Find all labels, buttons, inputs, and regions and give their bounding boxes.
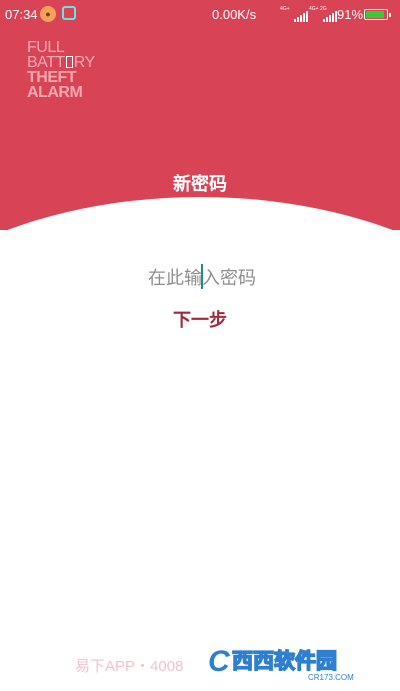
logo-line-theft: THEFT xyxy=(27,69,77,86)
logo-line-alarm: ALARM xyxy=(27,84,83,101)
app-notification-icon: ● xyxy=(40,6,56,22)
header-banner: 07:34 ● 0.00K/s 4G+ 4G+ 2G 91% FULL BATT… xyxy=(0,0,400,230)
battery-logo-icon xyxy=(65,56,73,68)
next-step-button[interactable]: 下一步 xyxy=(150,304,250,334)
status-time: 07:34 xyxy=(5,7,38,22)
signal-icon: 4G+ 2G xyxy=(309,6,337,24)
signal-tag: 4G+ xyxy=(280,6,290,12)
signal-icon: 4G+ xyxy=(280,6,308,24)
scan-notification-icon xyxy=(62,6,76,20)
network-speed: 0.00K/s xyxy=(212,7,257,22)
logo-line-battery: BATT RY xyxy=(27,54,95,71)
corner-watermark-logo: C 西西软件园 CR173.COM xyxy=(208,645,354,682)
watermark-c-glyph: C xyxy=(208,645,231,678)
corner-watermark-text: 西西软件园 xyxy=(232,649,337,673)
app-logo: FULL BATT RY THEFT ALARM xyxy=(27,39,95,101)
text-caret xyxy=(201,264,203,289)
logo-battery-part2: RY xyxy=(73,54,95,71)
page-title: 新密码 xyxy=(173,174,227,195)
battery-percent: 91% xyxy=(337,7,364,22)
battery-fill xyxy=(366,11,385,18)
corner-watermark-subtext: CR173.COM xyxy=(308,673,354,682)
logo-line-full: FULL xyxy=(27,39,65,56)
header-curve xyxy=(0,197,400,230)
battery-icon xyxy=(364,9,391,20)
status-bar: 07:34 ● 0.00K/s 4G+ 4G+ 2G 91% xyxy=(0,0,400,30)
footer-watermark: 易下APP・4008 xyxy=(75,658,184,675)
